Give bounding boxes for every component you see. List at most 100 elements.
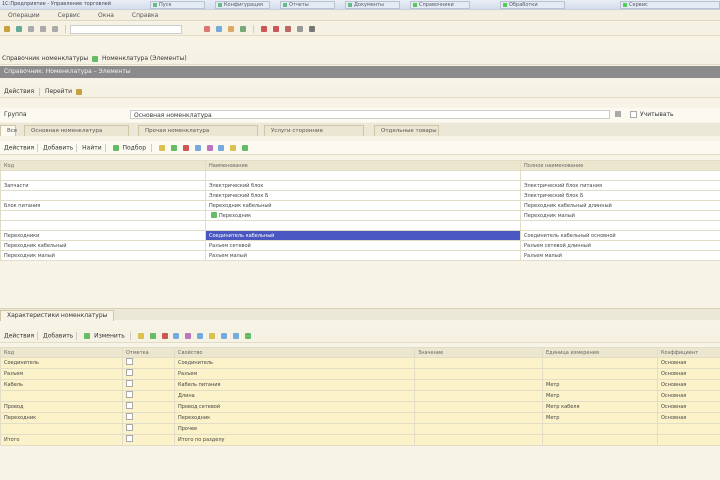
goto-menu[interactable]: Перейти	[45, 88, 72, 95]
table-cell[interactable]: Метр кабеля	[542, 401, 658, 413]
copy-icon[interactable]	[39, 26, 46, 32]
add-icon[interactable]	[112, 145, 119, 151]
menu-item[interactable]: Справка	[124, 10, 166, 21]
table-cell[interactable]: Кабель питания	[174, 379, 415, 391]
table-cell[interactable]	[414, 368, 543, 380]
table-cell[interactable]: Итого	[0, 434, 123, 446]
search-input[interactable]	[70, 25, 182, 34]
table-row[interactable]: Электрический блок Б Электрический блок Б	[0, 190, 720, 201]
table-cell[interactable]	[0, 423, 123, 435]
edit-icon[interactable]	[137, 333, 144, 339]
table-cell[interactable]	[122, 401, 175, 413]
table-row[interactable]: Итого Итого по разделу	[0, 434, 720, 446]
open-icon[interactable]	[4, 26, 10, 32]
stop-icon[interactable]	[261, 26, 268, 32]
table-cell[interactable]	[122, 368, 175, 380]
filter-icon[interactable]	[173, 333, 180, 339]
add-icon[interactable]	[84, 333, 91, 339]
table-cell[interactable]	[414, 357, 543, 369]
filter-field[interactable]: Основная номенклатура	[130, 110, 610, 119]
table-cell[interactable]	[205, 220, 521, 231]
table-cell[interactable]	[414, 379, 543, 391]
table-cell[interactable]	[414, 423, 543, 435]
tree-icon[interactable]	[218, 145, 225, 151]
table-row[interactable]: Разъем Разъем Основная	[0, 368, 720, 380]
copy-row-icon[interactable]	[149, 333, 156, 339]
delete-row-icon[interactable]	[161, 333, 168, 339]
row-checkbox[interactable]	[126, 369, 133, 376]
table-cell[interactable]: Переходник кабельный	[0, 240, 206, 251]
table-cell[interactable]	[542, 434, 658, 446]
table-row[interactable]: Переходник малый Разъем малый Разъем малый	[0, 250, 720, 261]
table-cell[interactable]: Разъем малый	[205, 250, 521, 261]
column-header[interactable]: Код	[0, 160, 206, 171]
grid1-find[interactable]: Найти	[82, 145, 101, 152]
print-icon[interactable]	[209, 333, 216, 339]
mark-icon[interactable]	[284, 26, 291, 32]
table-cell[interactable]	[520, 220, 720, 231]
table-row[interactable]: Переходник Переходник Метр Основная	[0, 412, 720, 424]
table-cell[interactable]: Соединитель	[0, 357, 123, 369]
copy-row-icon[interactable]	[170, 145, 177, 151]
row-checkbox[interactable]	[126, 413, 133, 420]
table-row[interactable]: Переходник кабельный Разъем сетевой Разъем…	[0, 240, 720, 251]
down-icon[interactable]	[233, 333, 240, 339]
table-cell[interactable]: Переходники	[0, 230, 206, 241]
table-row[interactable]: Запчасти Электрический блок Электрический …	[0, 180, 720, 191]
tab-main[interactable]: Основная номенклатура	[24, 125, 129, 136]
mark-row-icon[interactable]	[242, 145, 249, 151]
tab-services[interactable]: Услуги сторонние	[264, 125, 364, 136]
task-item[interactable]: Конфигурация	[215, 1, 270, 9]
task-item[interactable]: Справочники	[410, 1, 470, 9]
table-cell[interactable]	[122, 434, 175, 446]
address-value[interactable]: Номенклатура (Элементы)	[102, 55, 187, 62]
filter-checkbox[interactable]	[630, 111, 637, 118]
sort-icon[interactable]	[206, 145, 213, 151]
report-icon[interactable]	[240, 26, 247, 32]
table-cell[interactable]	[414, 401, 543, 413]
table-cell[interactable]	[0, 390, 123, 402]
table-cell[interactable]: Провод	[0, 401, 123, 413]
tab-all[interactable]: Все	[0, 125, 17, 136]
column-header[interactable]: Единица измерения	[542, 347, 658, 358]
table-cell[interactable]: Основная	[657, 357, 720, 369]
table-row[interactable]: Кабель Кабель питания Метр Основная	[0, 379, 720, 391]
grid1-add[interactable]: Добавить	[43, 145, 73, 152]
column-header[interactable]: Свойство	[174, 347, 415, 358]
table-cell[interactable]	[0, 210, 206, 221]
table-row[interactable]: Длина Метр Основная	[0, 390, 720, 402]
grid2-add[interactable]: Добавить	[43, 333, 73, 340]
task-item[interactable]: Сервис	[620, 1, 720, 9]
paste-icon[interactable]	[51, 26, 58, 32]
table-row[interactable]	[0, 220, 720, 231]
grid1-pick[interactable]: Подбор	[123, 145, 147, 152]
table-cell[interactable]	[0, 190, 206, 201]
table-cell[interactable]	[0, 170, 206, 181]
grid2-actions[interactable]: Действия	[4, 333, 34, 340]
table-cell[interactable]	[542, 423, 658, 435]
column-header[interactable]: Наименование	[205, 160, 521, 171]
table-cell[interactable]: Разъем малый	[520, 250, 720, 261]
table-row[interactable]: Переходник Переходник малый	[0, 210, 720, 221]
menu-item[interactable]: Окна	[90, 10, 122, 21]
task-item[interactable]: Обработки	[500, 1, 565, 9]
table-cell[interactable]: Провод сетевой	[174, 401, 415, 413]
tab-separate[interactable]: Отдельные товары	[374, 125, 439, 136]
table-cell[interactable]	[205, 170, 521, 181]
table-cell[interactable]	[0, 220, 206, 231]
find-icon[interactable]	[204, 26, 211, 32]
table-cell[interactable]	[657, 434, 720, 446]
table-cell[interactable]	[122, 412, 175, 424]
table-row[interactable]: Соединитель Соединитель Основная	[0, 357, 720, 369]
row-checkbox[interactable]	[126, 358, 133, 365]
refresh-icon[interactable]	[296, 26, 303, 32]
menu-item[interactable]: Сервис	[50, 10, 88, 21]
table-cell[interactable]	[520, 170, 720, 181]
calc-icon[interactable]	[216, 26, 223, 32]
table-cell[interactable]: Переходник кабельный длинный	[520, 200, 720, 211]
edit-icon[interactable]	[158, 145, 165, 151]
section2-tab[interactable]: Характеристики номенклатуры	[0, 310, 115, 321]
calendar-icon[interactable]	[228, 26, 235, 32]
column-header[interactable]: Код	[0, 347, 123, 358]
table-cell[interactable]: Итого по разделу	[174, 434, 415, 446]
